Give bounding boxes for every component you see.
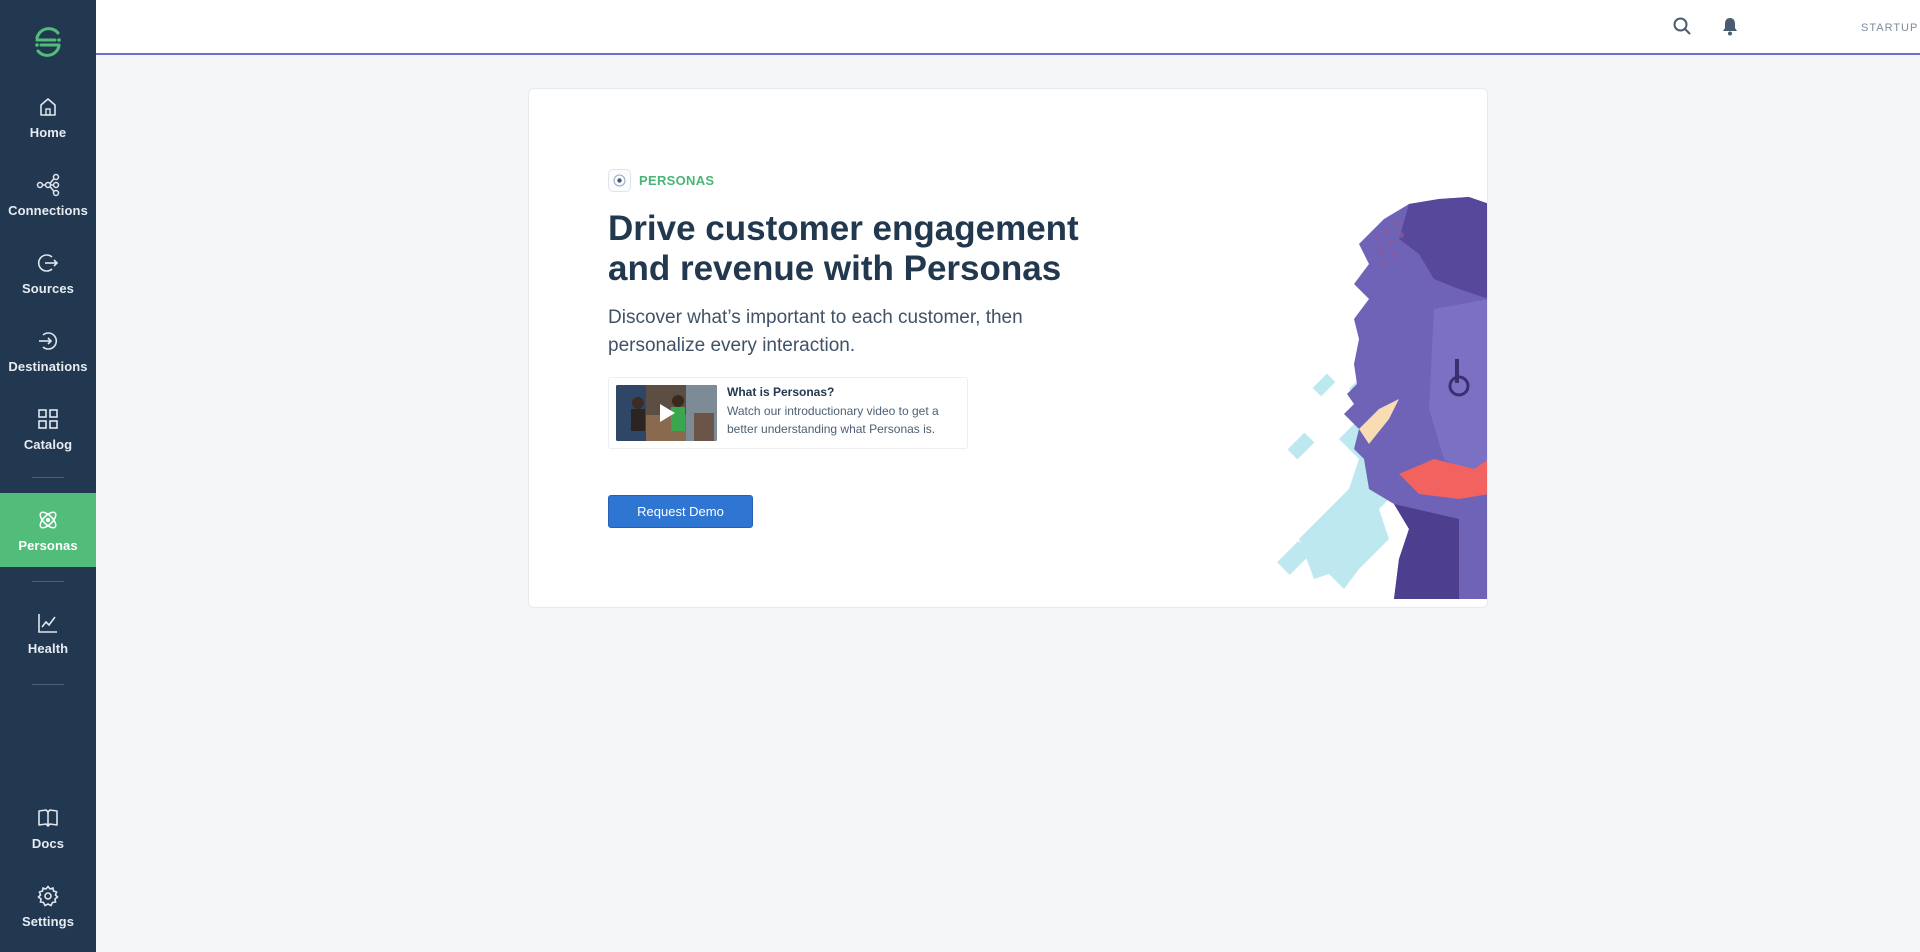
sidebar-item-sources[interactable]: Sources [0,236,96,310]
sidebar-item-label: Settings [21,913,75,929]
intro-video-card[interactable]: What is Personas? Watch our introduction… [608,377,968,449]
sidebar-item-label: Docs [31,835,65,851]
personas-promo-card: PERSONAS Drive customer engagement and r… [528,88,1488,608]
video-description: Watch our introductionary video to get a… [727,404,939,436]
personas-badge-icon [608,169,631,192]
product-badge: PERSONAS [608,169,714,192]
plan-label: STARTUP [1861,21,1919,34]
sidebar-item-label: Health [27,640,69,656]
play-icon [660,404,675,422]
product-label: PERSONAS [639,173,715,188]
sidebar-item-label: Home [29,124,67,140]
sidebar-item-label: Sources [21,280,74,296]
sidebar-item-home[interactable]: Home [0,80,96,154]
video-thumbnail[interactable] [616,385,717,441]
personas-icon [36,508,60,532]
bell-icon[interactable] [1719,15,1741,37]
sidebar-divider [32,477,64,478]
home-icon [36,95,60,119]
sidebar-divider [32,581,64,582]
sidebar-item-health[interactable]: Health [0,596,96,670]
sidebar-item-label: Connections [8,202,88,218]
sidebar-item-personas[interactable]: Personas [0,493,96,567]
segment-logo[interactable] [0,20,96,64]
sidebar-item-label: Destinations [8,358,88,374]
request-demo-button[interactable]: Request Demo [608,495,753,528]
health-icon [36,611,60,635]
sidebar-item-docs[interactable]: Docs [0,791,96,865]
page-title: Drive customer engagement and revenue wi… [608,209,1079,288]
sidebar-item-label: Catalog [23,436,73,452]
sources-icon [36,251,60,275]
sidebar: Home Connections Sources Destinations Ca… [0,0,96,952]
sidebar-item-catalog[interactable]: Catalog [0,392,96,466]
plan-badge[interactable]: STARTUP [1861,19,1920,36]
sidebar-item-settings[interactable]: Settings [0,869,96,943]
gear-icon [36,884,60,908]
book-icon [36,806,60,830]
sidebar-item-connections[interactable]: Connections [0,158,96,232]
sidebar-divider [32,684,64,685]
connections-icon [36,173,60,197]
page-subtitle: Discover what’s important to each custom… [608,307,1023,356]
sidebar-item-label: Personas [18,537,78,553]
persona-illustration [1259,159,1487,607]
top-bar: STARTUP TE [96,0,1920,55]
video-title: What is Personas? [727,385,835,399]
sidebar-item-destinations[interactable]: Destinations [0,314,96,388]
catalog-icon [36,407,60,431]
search-icon[interactable] [1671,15,1693,37]
destinations-icon [36,329,60,353]
